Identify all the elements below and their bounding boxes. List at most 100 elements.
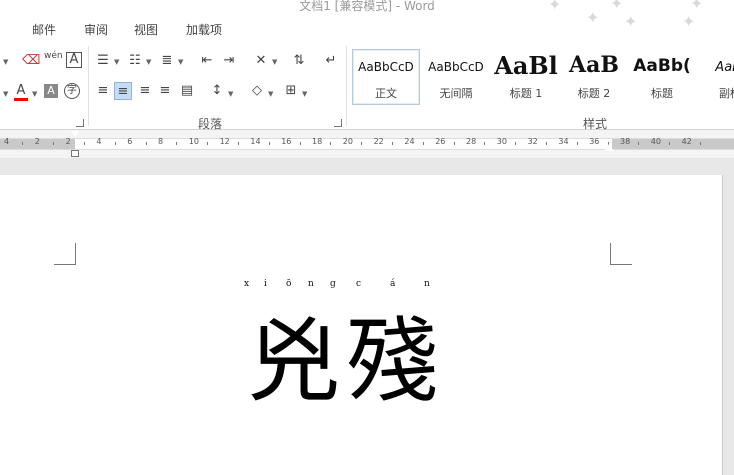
ruler-tick [422, 142, 424, 145]
char-shading-label: A [47, 84, 55, 97]
decrease-indent-icon[interactable]: ⇤ [198, 52, 216, 70]
divider [346, 46, 347, 126]
justify-icon[interactable]: ≡ [156, 82, 174, 100]
font-color-swatch [14, 98, 28, 101]
bird-decoration-icon: ✦ [548, 0, 562, 12]
style-sample: AaB [569, 52, 619, 78]
ruler-number: 12 [219, 137, 230, 146]
style-sample: AaBl [715, 60, 734, 75]
ruler-tick [700, 142, 701, 145]
tab-addins[interactable]: 加载项 [186, 21, 222, 38]
char-border-icon[interactable]: A [66, 52, 82, 68]
ruler-tick [361, 142, 363, 145]
multilevel-dropdown-icon[interactable]: ▼ [178, 58, 183, 66]
shading-icon[interactable]: ◇ [248, 82, 266, 100]
style-subtitle[interactable]: AaBl 副标 [696, 49, 734, 105]
document-page[interactable]: xiōngcán 兇殘 [0, 175, 723, 475]
bird-decoration-icon: ✦ [586, 8, 600, 27]
show-marks-icon[interactable]: ↵ [322, 52, 340, 70]
bird-decoration-icon: ✦ [624, 12, 638, 31]
ruler-number: 30 [496, 137, 507, 146]
style-title[interactable]: AaBb( 标题 [628, 49, 696, 105]
borders-icon[interactable]: ⊞ [282, 82, 300, 100]
ruler-number: 24 [404, 137, 415, 146]
style-name: 标题 [651, 87, 673, 100]
ruler-tick [392, 142, 393, 145]
ruler-tick [330, 142, 332, 145]
document-text[interactable]: 兇殘 [248, 287, 444, 420]
ruler-tick [22, 142, 24, 145]
style-heading-2[interactable]: AaB 标题 2 [560, 49, 628, 105]
ruler-tick [114, 142, 116, 145]
font-size-dropdown-icon[interactable]: ▼ [3, 58, 8, 66]
ruler-tick [515, 142, 517, 145]
ruler-number: 32 [527, 137, 538, 146]
ruler-number: 6 [127, 137, 133, 146]
style-sample: AaBbCcD [428, 60, 484, 74]
first-line-indent-marker[interactable] [71, 131, 79, 137]
tab-view[interactable]: 视图 [134, 21, 158, 38]
font-dropdown-icon[interactable]: ▼ [3, 90, 8, 98]
tab-mailings[interactable]: 邮件 [32, 21, 56, 38]
ruler-number: 28 [466, 137, 477, 146]
line-spacing-dropdown-icon[interactable]: ▼ [228, 90, 233, 98]
ruler-number: 34 [558, 137, 569, 146]
ruler-number: 2 [65, 137, 71, 146]
ruler-tick [53, 142, 55, 145]
paragraph-dialog-launcher-icon[interactable] [334, 119, 342, 127]
chinese-layout-dropdown-icon[interactable]: ▼ [272, 58, 277, 66]
clear-format-icon[interactable]: ⌫ [22, 52, 40, 70]
style-sample: AaBb( [633, 56, 691, 76]
horizontal-ruler[interactable]: 4 2 2 4 6 8 10 12 14 16 18 20 22 24 26 28 30 32 34 36 38 40 42 [0, 130, 734, 158]
align-left-icon[interactable]: ≡ [94, 82, 112, 100]
ruler-tick [669, 142, 671, 145]
ruler-tick [638, 142, 640, 145]
ruler-tick [453, 142, 455, 145]
align-right-icon[interactable]: ≡ [136, 82, 154, 100]
crop-mark-right [610, 243, 632, 265]
ruler-number: 38 [620, 137, 631, 146]
ruler-number: 20 [342, 137, 353, 146]
left-indent-marker[interactable] [71, 150, 79, 157]
style-name: 副标 [719, 87, 734, 100]
line-spacing-icon[interactable]: ↕ [208, 82, 226, 100]
font-color-dropdown-icon[interactable]: ▼ [32, 90, 37, 98]
style-sample: AaBl [494, 51, 558, 80]
char-shading-icon[interactable]: A [44, 84, 58, 98]
right-indent-marker[interactable] [604, 144, 614, 151]
increase-indent-icon[interactable]: ⇥ [220, 52, 238, 70]
ruler-number: 40 [650, 137, 661, 146]
ruler-tick [546, 142, 547, 145]
style-name: 标题 1 [509, 87, 543, 100]
font-dialog-launcher-icon[interactable] [76, 119, 84, 127]
ruler-margin-right [612, 139, 734, 149]
ruler-number: 18 [312, 137, 323, 146]
ruler-number: 2 [34, 137, 40, 146]
ruler-number: 16 [281, 137, 292, 146]
bullets-dropdown-icon[interactable]: ▼ [114, 58, 119, 66]
align-center-icon[interactable]: ≡ [114, 82, 132, 100]
ruler-number: 26 [435, 137, 446, 146]
tab-review[interactable]: 审阅 [84, 21, 108, 38]
shading-dropdown-icon[interactable]: ▼ [268, 90, 273, 98]
enclose-char-icon[interactable]: 字 [64, 83, 80, 99]
styles-gallery: AaBbCcD 正文 AaBbCcD 无间隔 AaBl 标题 1 AaB 标题 … [350, 49, 734, 105]
numbering-dropdown-icon[interactable]: ▼ [146, 58, 151, 66]
ruler-number: 4 [96, 137, 102, 146]
phonetic-guide-icon[interactable]: wén [44, 51, 63, 70]
ruler-tick [484, 142, 486, 145]
ruler-track: 4 2 2 4 6 8 10 12 14 16 18 20 22 24 26 28 30 32 34 36 38 40 42 [0, 137, 734, 150]
distributed-icon[interactable]: ▤ [178, 82, 196, 100]
style-normal[interactable]: AaBbCcD 正文 [352, 49, 420, 105]
style-heading-1[interactable]: AaBl 标题 1 [492, 49, 560, 105]
sort-icon[interactable]: ⇅ [290, 52, 308, 70]
multilevel-list-icon[interactable]: ≣ [158, 52, 176, 70]
numbering-icon[interactable]: ☷ [126, 52, 144, 70]
font-color-icon[interactable]: A [12, 82, 30, 101]
borders-dropdown-icon[interactable]: ▼ [302, 90, 307, 98]
style-no-spacing[interactable]: AaBbCcD 无间隔 [422, 49, 490, 105]
phonetic-guide-label: wén [44, 51, 63, 61]
bullets-icon[interactable]: ☰ [94, 52, 112, 70]
chinese-layout-icon[interactable]: ✕ [252, 52, 270, 70]
ruler-number: 10 [188, 137, 199, 146]
